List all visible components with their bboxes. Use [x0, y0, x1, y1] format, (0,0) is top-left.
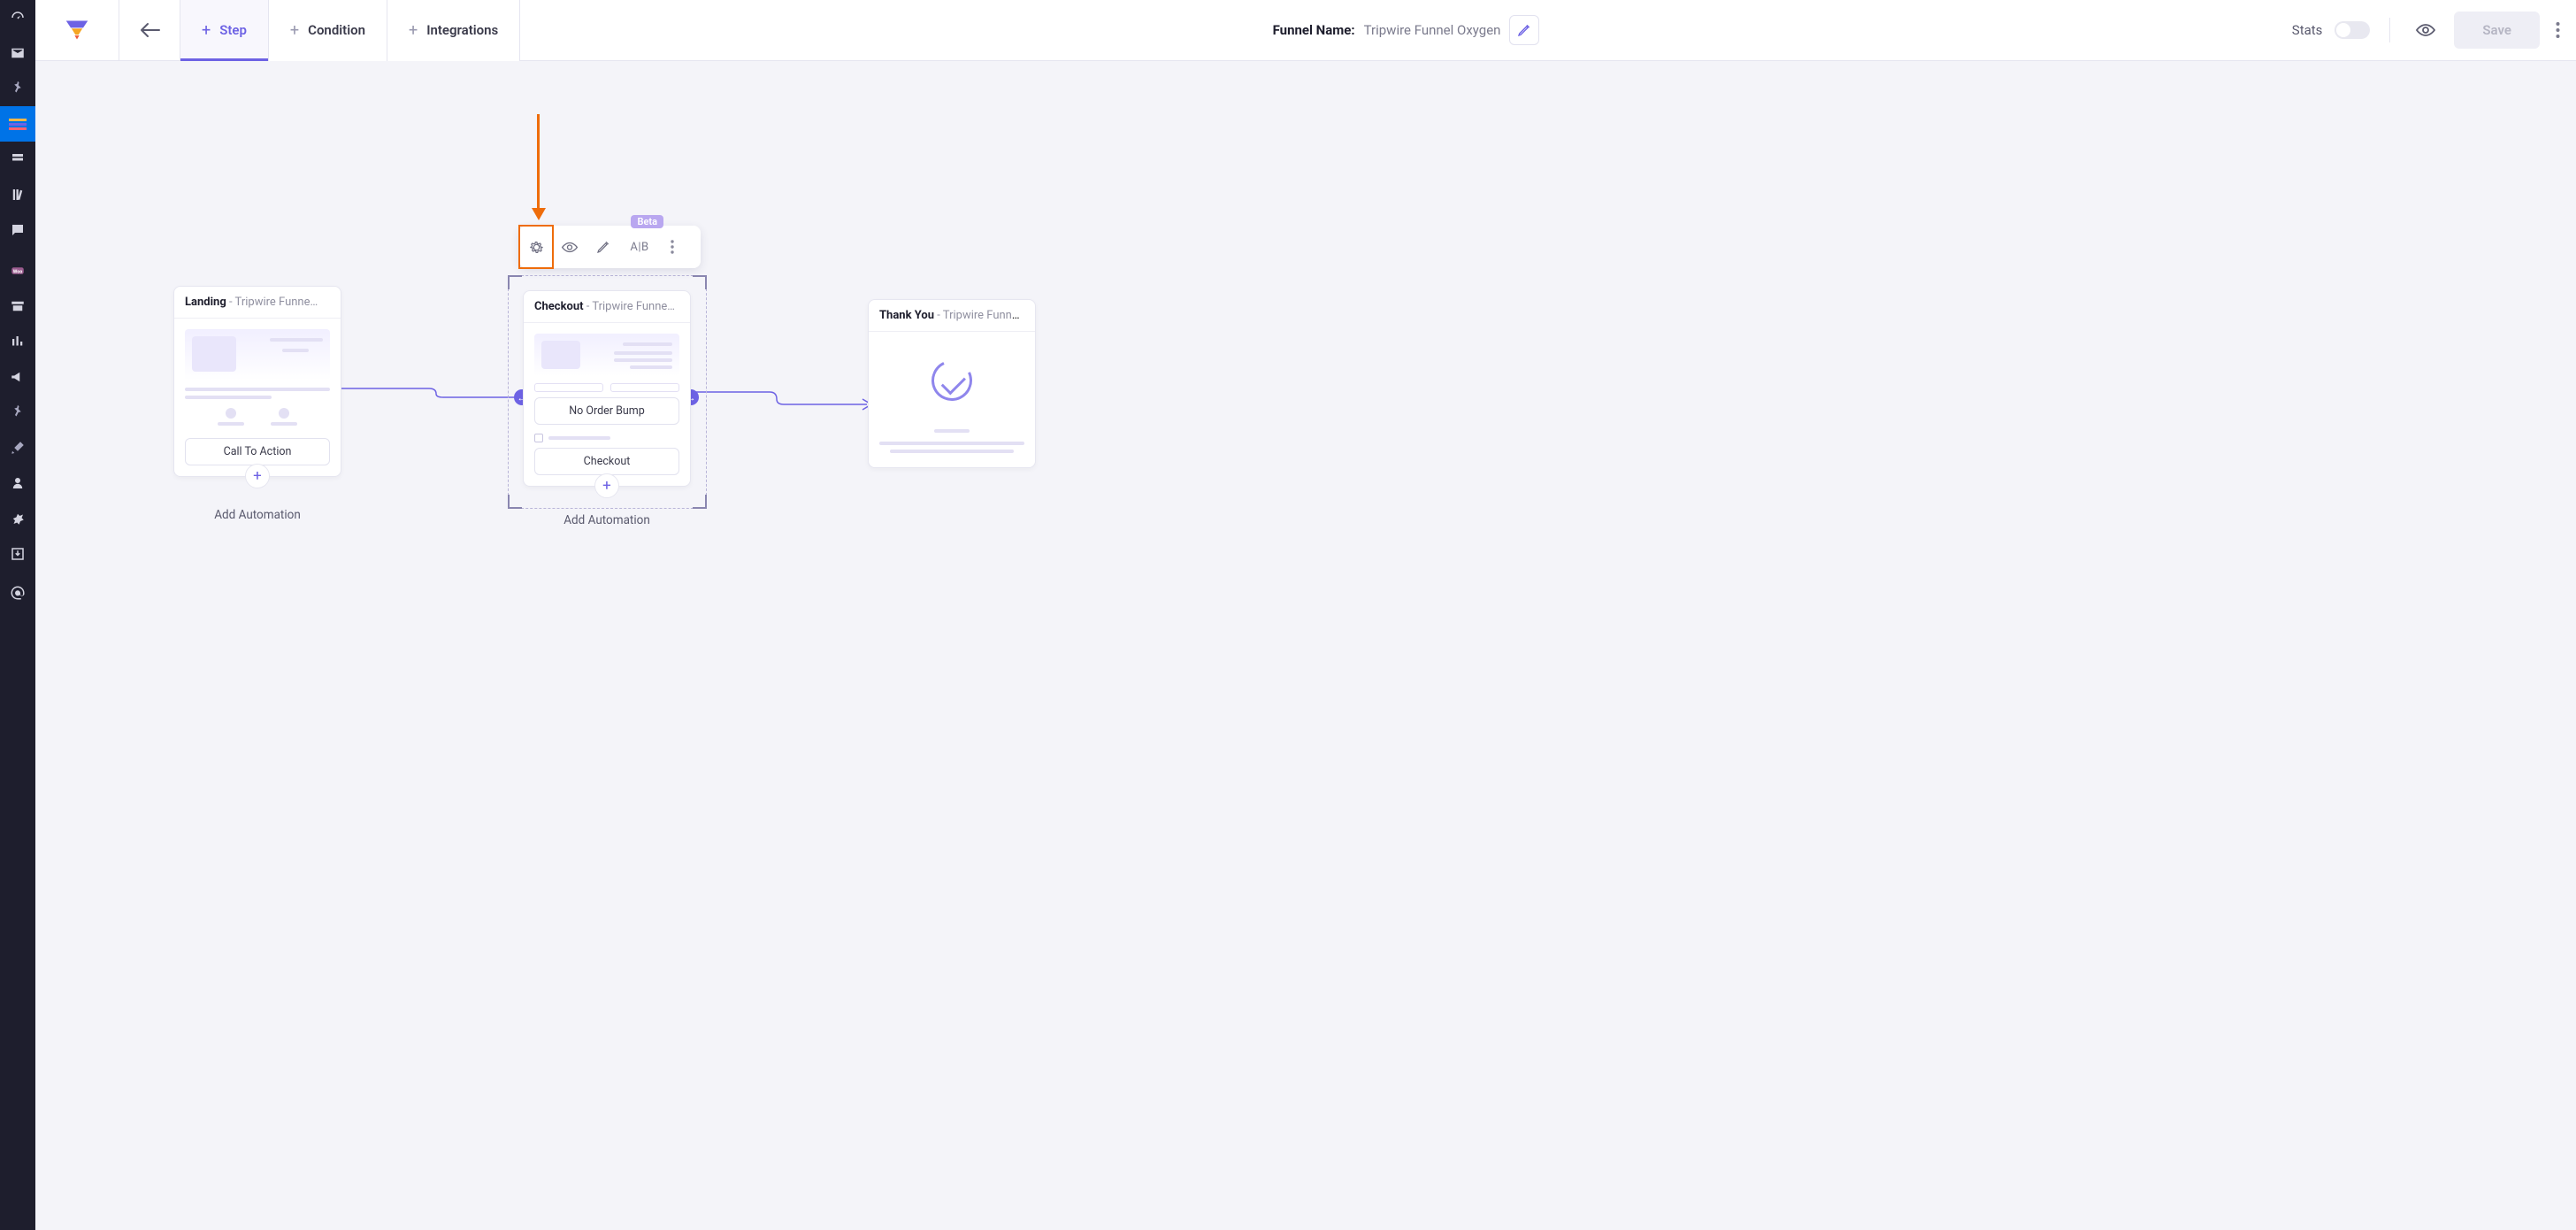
pencil-icon — [596, 240, 610, 254]
beta-badge: Beta — [631, 215, 663, 228]
plus-icon: + — [290, 21, 299, 40]
tab-step-label: Step — [219, 22, 247, 38]
node-landing-header: Landing - Tripwire Funne… — [174, 287, 341, 319]
annotation-arrow-line — [537, 114, 540, 210]
funnel-name: Funnel Name: Tripwire Funnel Oxygen — [520, 15, 2292, 45]
sidebar-item-users[interactable] — [0, 465, 35, 501]
sidebar-item-settings[interactable] — [0, 501, 35, 536]
checkout-button[interactable]: Checkout — [534, 448, 679, 475]
node-landing-subtitle: - Tripwire Funne… — [226, 296, 318, 309]
node-toolbar: Beta A|B — [519, 226, 701, 268]
sidebar-item-tag[interactable] — [0, 395, 35, 430]
checkout-thumbnail — [534, 334, 679, 376]
node-edit-button[interactable] — [586, 226, 620, 268]
pencil-icon — [1517, 23, 1531, 37]
funnel-canvas[interactable]: Landing - Tripwire Funne… Call To Action… — [35, 61, 2576, 1230]
app-sidebar: Woo — [0, 0, 35, 1230]
sidebar-item-dashboard[interactable] — [0, 0, 35, 35]
sidebar-item-analytics[interactable] — [0, 324, 35, 359]
funnel-name-label: Funnel Name: — [1273, 22, 1355, 38]
landing-thumbnail — [185, 329, 330, 381]
tab-integrations-label: Integrations — [426, 22, 498, 38]
node-checkout-subtitle: - Tripwire Funne… — [584, 300, 675, 313]
sidebar-item-mail[interactable] — [0, 35, 35, 71]
ab-test-button[interactable]: A|B — [620, 226, 659, 268]
add-step-checkout[interactable]: + — [594, 473, 619, 498]
checkout-checkbox-row — [534, 434, 679, 442]
add-automation-landing[interactable]: Add Automation — [214, 508, 301, 522]
sidebar-item-chat[interactable] — [0, 212, 35, 248]
plus-icon: + — [202, 21, 211, 40]
more-button[interactable] — [2552, 18, 2564, 42]
divider — [2389, 18, 2390, 42]
node-settings-button[interactable] — [519, 226, 553, 268]
stats-label: Stats — [2292, 22, 2323, 38]
tab-step[interactable]: + Step — [180, 0, 269, 61]
node-checkout-body: No Order Bump Checkout — [524, 323, 690, 486]
add-step-landing[interactable]: + — [245, 464, 270, 488]
kebab-icon — [671, 240, 674, 254]
sidebar-item-woo[interactable]: Woo — [0, 253, 35, 288]
order-bump-button[interactable]: No Order Bump — [534, 397, 679, 425]
tab-condition-label: Condition — [308, 22, 365, 38]
kebab-icon — [2556, 21, 2560, 39]
app-logo[interactable] — [35, 0, 119, 61]
annotation-arrow-head — [532, 208, 546, 220]
preview-button[interactable] — [2410, 17, 2442, 43]
landing-cta-button[interactable]: Call To Action — [185, 438, 330, 465]
node-checkout-header: Checkout - Tripwire Funne… — [524, 291, 690, 323]
node-thankyou[interactable]: Thank You - Tripwire Funne… — [868, 299, 1036, 468]
back-button[interactable] — [119, 0, 180, 61]
node-thankyou-subtitle: - Tripwire Funne… — [934, 309, 1025, 322]
connector-checkout-thankyou — [690, 388, 876, 415]
funnel-logo-icon — [65, 18, 89, 42]
svg-text:Woo: Woo — [13, 269, 22, 274]
node-landing[interactable]: Landing - Tripwire Funne… Call To Action… — [173, 286, 341, 477]
checkout-skeleton-fields — [534, 383, 679, 392]
funnel-name-value: Tripwire Funnel Oxygen — [1364, 22, 1501, 38]
plus-icon: + — [409, 21, 418, 40]
thankyou-skeleton — [869, 429, 1035, 467]
node-thankyou-title: Thank You — [879, 309, 934, 322]
arrow-left-icon — [139, 22, 160, 38]
node-preview-button[interactable] — [553, 226, 586, 268]
tab-bar: + Step + Condition + Integrations — [180, 0, 520, 61]
thankyou-check — [869, 332, 1035, 429]
sidebar-item-library[interactable] — [0, 177, 35, 212]
ab-label: A|B — [628, 241, 650, 254]
eye-icon — [2415, 22, 2436, 38]
add-automation-checkout[interactable]: Add Automation — [564, 513, 650, 527]
sidebar-item-import[interactable] — [0, 536, 35, 572]
sidebar-item-forms[interactable] — [0, 142, 35, 177]
sidebar-item-funnels[interactable] — [0, 106, 35, 142]
stats-toggle[interactable] — [2334, 21, 2370, 39]
topbar-right-group: Stats Save — [2292, 12, 2576, 49]
sidebar-item-archive[interactable] — [0, 288, 35, 324]
sidebar-item-campaign[interactable] — [0, 359, 35, 395]
gear-icon — [528, 239, 545, 256]
sidebar-item-pin[interactable] — [0, 71, 35, 106]
edit-funnel-name-button[interactable] — [1509, 15, 1539, 45]
node-landing-title: Landing — [185, 296, 226, 309]
tab-integrations[interactable]: + Integrations — [387, 0, 520, 61]
tab-condition[interactable]: + Condition — [269, 0, 387, 61]
top-toolbar: + Step + Condition + Integrations Funnel Na… — [35, 0, 2576, 61]
funnel-stripes-icon — [9, 119, 27, 130]
sidebar-item-brush[interactable] — [0, 430, 35, 465]
sidebar-item-mention[interactable] — [0, 575, 35, 611]
check-circle-icon — [926, 355, 978, 407]
node-more-button[interactable] — [659, 226, 686, 268]
node-checkout[interactable]: Checkout - Tripwire Funne… No Order Bump… — [523, 290, 691, 487]
save-button[interactable]: Save — [2454, 12, 2540, 49]
node-landing-body: Call To Action — [174, 319, 341, 476]
node-checkout-title: Checkout — [534, 300, 584, 313]
eye-icon — [561, 241, 579, 254]
node-thankyou-header: Thank You - Tripwire Funne… — [869, 300, 1035, 332]
